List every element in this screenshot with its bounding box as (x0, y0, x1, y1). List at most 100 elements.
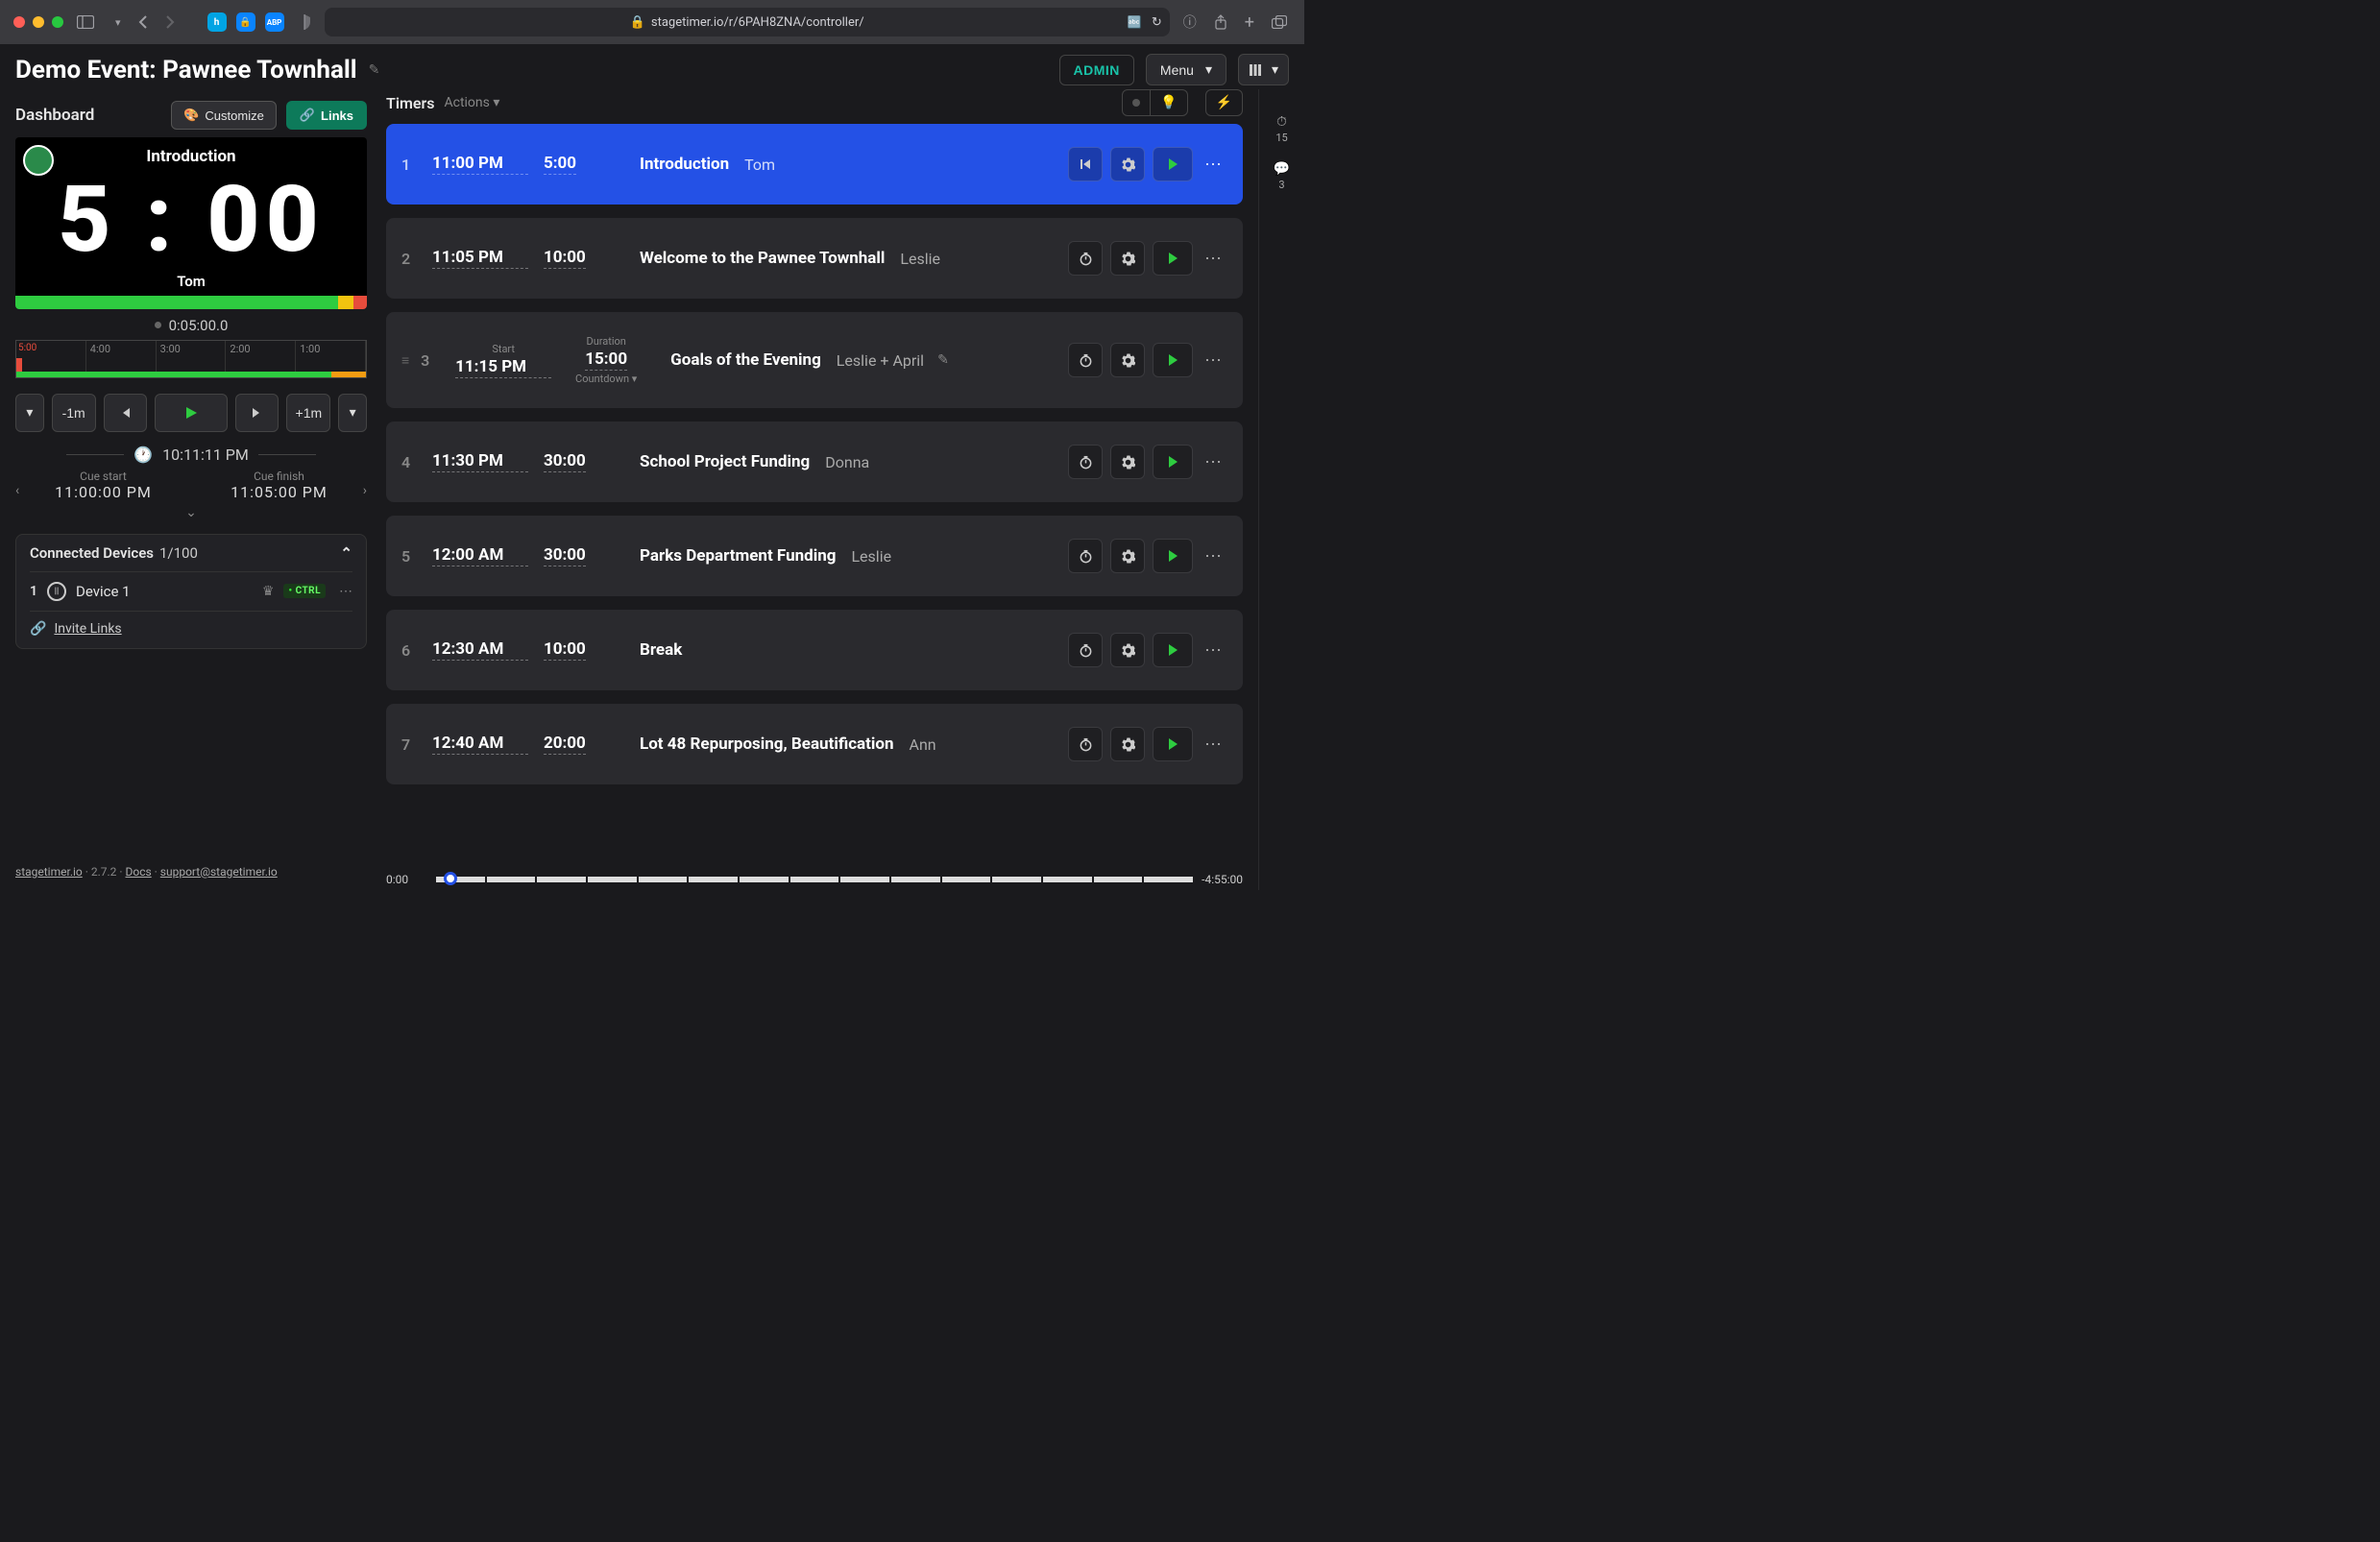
minimize-window[interactable] (33, 16, 44, 28)
tab-dropdown[interactable] (108, 12, 125, 33)
stopwatch-button[interactable] (1068, 727, 1103, 761)
drag-handle[interactable]: ≡ (401, 352, 409, 369)
devices-header[interactable]: Connected Devices 1/100 ⌃ (30, 544, 352, 562)
timer-duration: 30:00 (544, 451, 619, 472)
reload-icon[interactable]: ↻ (1152, 15, 1162, 30)
admin-button[interactable]: ADMIN (1059, 55, 1134, 85)
settings-button[interactable] (1110, 343, 1145, 377)
timer-mode: Countdown ▾ (575, 373, 637, 385)
timer-row[interactable]: ≡ 3 Start 11:15 PM Duration 15:00 Countd… (386, 312, 1243, 408)
settings-button[interactable] (1110, 633, 1145, 667)
blackout-toggle[interactable]: 💡 (1122, 89, 1187, 116)
crown-icon: ♛ (262, 584, 275, 599)
mini-timeline[interactable]: 5:00 4:00 3:00 2:00 1:00 (15, 340, 367, 378)
rail-timers[interactable]: ⏱ 15 (1275, 114, 1287, 144)
rail-messages[interactable]: 💬 3 (1274, 161, 1290, 191)
plus-dropdown[interactable]: ▾ (338, 394, 367, 432)
settings-button[interactable] (1110, 241, 1145, 276)
share-icon[interactable] (1210, 11, 1231, 34)
row-play-button[interactable] (1153, 539, 1193, 573)
timer-row[interactable]: 5 12:00 AM 30:00 Parks Department Fundin… (386, 516, 1243, 596)
row-more[interactable]: ⋯ (1201, 546, 1227, 566)
invite-links[interactable]: 🔗 Invite Links (30, 611, 352, 638)
tabs-icon[interactable] (1268, 12, 1291, 33)
link-icon: 🔗 (30, 621, 46, 637)
timer-title: Welcome to the Pawnee Townhall (640, 249, 885, 268)
stopwatch-button[interactable] (1068, 241, 1103, 276)
footer-site[interactable]: stagetimer.io (15, 865, 83, 879)
next-cue-nav[interactable]: › (363, 483, 367, 498)
url-bar[interactable]: 🔒 stagetimer.io/r/6PAH8ZNA/controller/ 🔤… (325, 8, 1170, 36)
timer-row[interactable]: 1 11:00 PM 5:00 Introduction Tom ⋯ (386, 124, 1243, 205)
timeline-thumb[interactable] (444, 872, 457, 885)
timeline-track[interactable] (436, 875, 1193, 884)
bottom-timeline[interactable]: 0:00 -4:55:00 (386, 863, 1243, 890)
menu-button[interactable]: Menu▾ (1146, 54, 1226, 85)
timer-speaker: Leslie (900, 250, 940, 268)
row-more[interactable]: ⋯ (1201, 155, 1227, 175)
shield-icon[interactable] (294, 11, 315, 34)
row-more[interactable]: ⋯ (1201, 640, 1227, 661)
timer-row[interactable]: 6 12:30 AM 10:00 Break ⋯ (386, 610, 1243, 690)
plus-1m-button[interactable]: +1m (286, 394, 330, 432)
row-play-button[interactable] (1153, 343, 1193, 377)
settings-button[interactable] (1110, 445, 1145, 479)
stopwatch-icon: ⏱ (1276, 114, 1287, 130)
timers-actions[interactable]: Actions ▾ (444, 95, 499, 110)
row-play-button[interactable] (1153, 147, 1193, 181)
reset-button[interactable] (1068, 147, 1103, 181)
row-play-button[interactable] (1153, 241, 1193, 276)
flash-button[interactable]: ⚡ (1205, 89, 1243, 116)
footer-docs[interactable]: Docs (126, 865, 152, 879)
row-play-button[interactable] (1153, 445, 1193, 479)
prev-cue-button[interactable] (104, 394, 148, 432)
timer-start: 11:00 PM (432, 154, 528, 175)
timer-row[interactable]: 2 11:05 PM 10:00 Welcome to the Pawnee T… (386, 218, 1243, 299)
minus-1m-button[interactable]: -1m (52, 394, 96, 432)
settings-button[interactable] (1110, 147, 1145, 181)
timer-duration: 15:00 (585, 349, 627, 371)
play-button[interactable] (155, 394, 228, 432)
app-header: Demo Event: Pawnee Townhall ✎ ADMIN Menu… (0, 44, 1304, 89)
row-more[interactable]: ⋯ (1201, 452, 1227, 472)
prev-cue-nav[interactable]: ‹ (15, 483, 19, 498)
edit-title-icon[interactable]: ✎ (369, 62, 380, 78)
nav-back-icon[interactable] (134, 12, 152, 33)
row-more[interactable]: ⋯ (1201, 735, 1227, 755)
stopwatch-button[interactable] (1068, 343, 1103, 377)
timer-title: Break (640, 640, 682, 660)
footer-support[interactable]: support@stagetimer.io (160, 865, 278, 879)
settings-button[interactable] (1110, 727, 1145, 761)
ext-privacy-icon[interactable]: 🔒 (236, 12, 255, 32)
devices-count: 1/100 (159, 544, 198, 562)
nav-forward-icon[interactable] (161, 12, 179, 33)
device-menu[interactable]: ⋯ (339, 584, 352, 599)
row-play-button[interactable] (1153, 633, 1193, 667)
stopwatch-button[interactable] (1068, 539, 1103, 573)
row-more[interactable]: ⋯ (1201, 350, 1227, 371)
columns-button[interactable]: ▾ (1238, 54, 1289, 85)
ext-abp-icon[interactable]: ABP (265, 12, 284, 32)
timer-start: 11:05 PM (432, 248, 528, 269)
expand-clock[interactable]: ⌄ (15, 505, 367, 520)
minus-dropdown[interactable]: ▾ (15, 394, 44, 432)
row-play-button[interactable] (1153, 727, 1193, 761)
customize-button[interactable]: 🎨 Customize (171, 101, 277, 130)
timer-index: 7 (401, 735, 425, 754)
stopwatch-button[interactable] (1068, 633, 1103, 667)
row-more[interactable]: ⋯ (1201, 249, 1227, 269)
links-button[interactable]: 🔗 Links (286, 101, 367, 130)
translate-icon[interactable]: 🔤 (1128, 15, 1142, 29)
new-tab-icon[interactable]: + (1241, 9, 1258, 36)
sidebar-toggle-icon[interactable] (73, 12, 98, 33)
ext-honey-icon[interactable]: h (207, 12, 227, 32)
settings-button[interactable] (1110, 539, 1145, 573)
edit-icon[interactable]: ✎ (937, 352, 949, 368)
stopwatch-button[interactable] (1068, 445, 1103, 479)
close-window[interactable] (13, 16, 25, 28)
timer-row[interactable]: 7 12:40 AM 20:00 Lot 48 Repurposing, Bea… (386, 704, 1243, 784)
next-cue-button[interactable] (235, 394, 279, 432)
info-icon[interactable]: ⓘ (1179, 9, 1201, 36)
timer-row[interactable]: 4 11:30 PM 30:00 School Project Funding … (386, 422, 1243, 502)
maximize-window[interactable] (52, 16, 63, 28)
